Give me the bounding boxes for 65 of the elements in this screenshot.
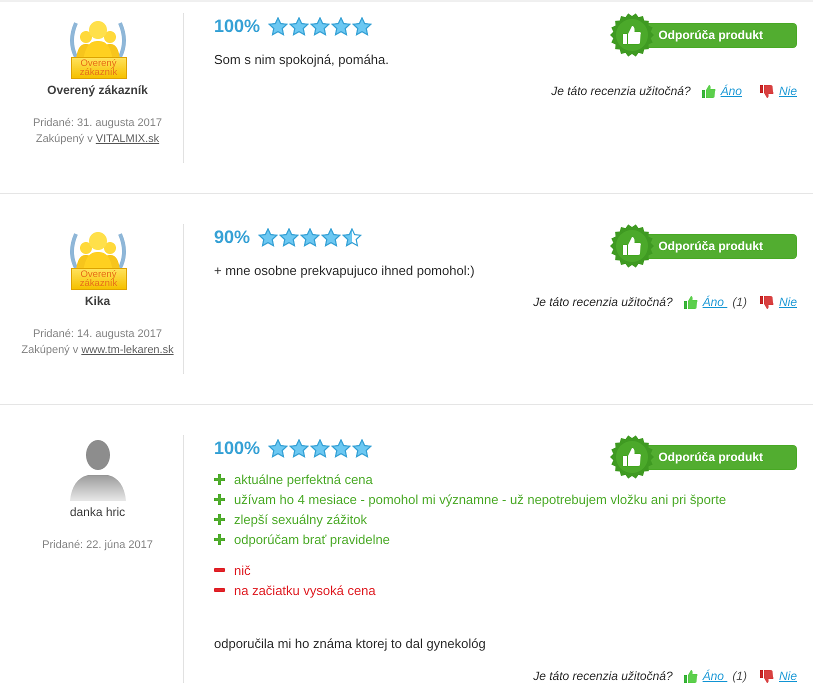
badge-label: Overený zákazník: [70, 57, 126, 79]
added-date: Pridané: 31. augusta 2017: [32, 116, 162, 131]
star-icon: [321, 228, 342, 246]
star-icon: [268, 438, 288, 458]
star-icon: [289, 16, 310, 36]
shop-link[interactable]: www.tm-lekaren.sk: [81, 344, 174, 356]
review-text: Som s nim spokojná, pomáha.: [214, 52, 390, 67]
author-name: Overený zákazník: [47, 83, 148, 97]
star-icon: [268, 16, 288, 36]
star-icon: [310, 438, 330, 458]
yes-count: (1): [732, 295, 747, 309]
thumbs-down-icon: [760, 296, 774, 308]
pro-text: aktuálne perfektná cena: [234, 472, 373, 486]
review-text: odporučila mi ho známa ktorej to dal gynekológ: [214, 636, 487, 651]
plus-icon: [214, 534, 225, 544]
star-icon: [331, 16, 352, 36]
pro-text: odporúčam brať pravidelne: [234, 532, 390, 546]
added-date: Pridané: 14. augusta 2017: [32, 327, 162, 342]
shop-link[interactable]: VITALMIX.sk: [96, 133, 160, 145]
helpful-question: Je táto recenzia užitočná?: [551, 84, 691, 98]
helpful-question: Je táto recenzia užitočná?: [533, 669, 673, 683]
added-date: Pridané: 22. júna 2017: [42, 538, 153, 553]
thumbs-up-icon: [684, 670, 698, 682]
pro-text: zlepší sexuálny zážitok: [234, 512, 367, 526]
thumbs-up-seal-icon: [610, 13, 654, 57]
not-helpful-link[interactable]: Nie: [778, 84, 797, 98]
star-icon: [342, 228, 362, 246]
review-text: + mne osobne prekvapujuco ihned pomohol:): [214, 263, 476, 278]
thumbs-down-icon: [760, 84, 774, 98]
thumbs-up-seal-icon: [610, 224, 654, 268]
minus-icon: [214, 588, 225, 592]
purchased-from: Zakúpený v www.tm-lekaren.sk: [21, 343, 174, 358]
yes-count: (1): [732, 669, 747, 683]
author-name: danka hric: [70, 505, 126, 519]
plus-icon: [214, 474, 225, 484]
con-text: nič: [234, 562, 251, 578]
star-icon: [300, 228, 320, 246]
helpful-link[interactable]: Áno: [702, 669, 728, 683]
helpful-link[interactable]: Áno: [720, 84, 742, 98]
star-icon: [289, 438, 310, 458]
rating-percent: 100%: [214, 438, 260, 458]
thumbs-up-icon: [684, 296, 698, 308]
star-icon: [331, 438, 352, 458]
thumbs-up-seal-icon: [610, 435, 654, 479]
minus-icon: [214, 568, 225, 572]
rating-percent: 90%: [214, 226, 250, 248]
star-icon: [279, 228, 300, 246]
purchased-from: Zakúpený v VITALMIX.sk: [36, 132, 160, 147]
plus-icon: [214, 514, 225, 524]
thumbs-up-icon: [702, 84, 716, 98]
not-helpful-link[interactable]: Nie: [778, 669, 797, 683]
con-text: na začiatku vysoká cena: [234, 582, 376, 598]
helpful-link[interactable]: Áno: [702, 295, 728, 309]
rating-percent: 100%: [214, 16, 260, 36]
plus-icon: [214, 494, 225, 504]
badge-label: Overený zákazník: [70, 268, 126, 290]
star-icon: [258, 228, 278, 246]
thumbs-down-icon: [760, 670, 774, 682]
star-icon: [310, 16, 330, 36]
star-icon: [352, 438, 372, 458]
not-helpful-link[interactable]: Nie: [778, 295, 797, 309]
author-name: Kika: [84, 294, 110, 308]
star-icon: [352, 16, 372, 36]
pro-text: užívam ho 4 mesiace - pomohol mi významne - už nepotrebujem vložku ani pri športe: [234, 492, 726, 506]
helpful-question: Je táto recenzia užitočná?: [533, 295, 673, 309]
